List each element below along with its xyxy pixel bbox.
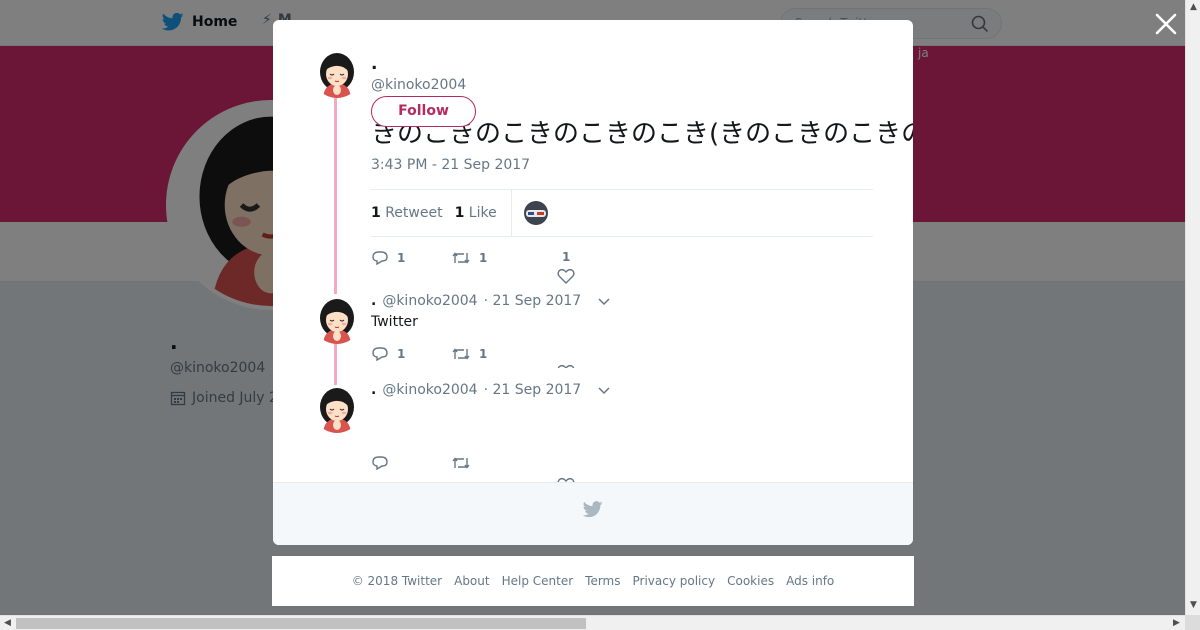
avatar-illustration xyxy=(313,385,361,433)
reply-text: Twitter xyxy=(371,314,418,330)
avatar-illustration xyxy=(313,50,361,98)
reply-date[interactable]: · 21 Sep 2017 xyxy=(484,293,582,309)
reply-author-handle[interactable]: @kinoko2004 xyxy=(382,293,477,309)
footer-link-privacy[interactable]: Privacy policy xyxy=(633,574,716,588)
scroll-down-arrow[interactable]: ▼ xyxy=(1186,598,1200,613)
follow-button[interactable]: Follow xyxy=(371,96,476,127)
retweet-button[interactable]: 1 xyxy=(451,346,487,362)
close-icon[interactable] xyxy=(1154,12,1178,36)
retweet-stat-label: Retweet xyxy=(385,205,443,221)
tweet-timestamp[interactable]: 3:43 PM - 21 Sep 2017 xyxy=(371,157,530,173)
heart-icon xyxy=(557,268,575,284)
avatar[interactable] xyxy=(313,50,361,98)
reply-header: . @kinoko2004 · 21 Sep 2017 xyxy=(371,293,611,309)
reply-author-name[interactable]: . xyxy=(371,293,376,309)
scrollbar-corner xyxy=(1185,615,1200,630)
reply-actions: 1 1 xyxy=(371,346,631,368)
retweet-button[interactable] xyxy=(451,455,479,471)
reply-button[interactable] xyxy=(371,455,397,471)
retweet-count: 1 xyxy=(479,347,488,361)
chevron-down-icon[interactable] xyxy=(597,296,611,306)
like-button[interactable]: 1 xyxy=(557,250,579,284)
twitter-bird-icon xyxy=(583,501,603,518)
like-button[interactable] xyxy=(557,455,579,493)
reply-button[interactable]: 1 xyxy=(371,250,405,266)
footer-link-about[interactable]: About xyxy=(454,574,489,588)
reply-actions xyxy=(371,455,631,493)
tweet-stats: 1 Retweet 1 Like xyxy=(371,189,873,237)
liker-avatar-image xyxy=(523,201,548,225)
retweet-button[interactable]: 1 xyxy=(451,250,487,266)
tweet-modal: . @kinoko2004 きのこきのこきのこきのこき(きのこきのこきの)きのこ… xyxy=(273,20,913,545)
chevron-down-icon[interactable] xyxy=(597,385,611,395)
reply-icon xyxy=(372,347,388,362)
like-stat-count: 1 xyxy=(454,205,465,221)
reply-icon xyxy=(372,251,388,266)
reply-author-name[interactable]: . xyxy=(371,382,376,398)
like-stat[interactable]: 1 Like xyxy=(455,205,497,221)
footer-copyright: © 2018 Twitter xyxy=(351,574,443,588)
reply-author-handle[interactable]: @kinoko2004 xyxy=(382,382,477,398)
footer-link-terms[interactable]: Terms xyxy=(585,574,620,588)
thread-line xyxy=(334,98,337,294)
footer-link-ads-info[interactable]: Ads info xyxy=(786,574,834,588)
site-footer: © 2018 Twitter About Help Center Terms P… xyxy=(272,556,914,606)
scroll-right-arrow[interactable]: ▶ xyxy=(1169,616,1184,630)
modal-footer xyxy=(273,482,913,545)
tweet-author-name[interactable]: . xyxy=(371,54,377,74)
like-button[interactable] xyxy=(557,346,579,368)
avatar-illustration xyxy=(313,296,361,344)
reply-count: 1 xyxy=(397,251,406,265)
reply-button[interactable]: 1 xyxy=(371,346,405,362)
scroll-up-arrow[interactable]: ▲ xyxy=(1186,0,1200,15)
like-count: 1 xyxy=(562,250,571,264)
retweet-stat-count: 1 xyxy=(371,205,381,221)
like-stat-label: Like xyxy=(468,205,497,221)
tweet-actions: 1 1 1 xyxy=(371,250,631,284)
scroll-left-arrow[interactable]: ◀ xyxy=(0,616,15,630)
retweet-icon xyxy=(452,457,470,469)
thread-line xyxy=(334,342,337,386)
retweet-icon xyxy=(452,348,470,360)
reply-icon xyxy=(372,456,388,471)
liker-avatar[interactable] xyxy=(523,201,548,225)
avatar[interactable] xyxy=(313,296,361,344)
reply-header: . @kinoko2004 · 21 Sep 2017 xyxy=(371,382,611,398)
stats-divider xyxy=(510,189,512,237)
reply-date[interactable]: · 21 Sep 2017 xyxy=(484,382,582,398)
tweet-author-handle[interactable]: @kinoko2004 xyxy=(371,77,466,93)
horizontal-scroll-thumb[interactable] xyxy=(16,618,586,629)
retweet-stat[interactable]: 1 Retweet xyxy=(371,205,443,221)
footer-link-help-center[interactable]: Help Center xyxy=(502,574,574,588)
footer-link-cookies[interactable]: Cookies xyxy=(727,574,774,588)
retweet-icon xyxy=(452,252,470,264)
avatar[interactable] xyxy=(313,385,361,433)
retweet-count: 1 xyxy=(479,251,488,265)
horizontal-scrollbar[interactable]: ◀ ▶ xyxy=(0,615,1185,630)
reply-count: 1 xyxy=(397,347,406,361)
heart-icon xyxy=(557,364,575,368)
vertical-scrollbar[interactable]: ▲ ▼ xyxy=(1185,0,1200,615)
